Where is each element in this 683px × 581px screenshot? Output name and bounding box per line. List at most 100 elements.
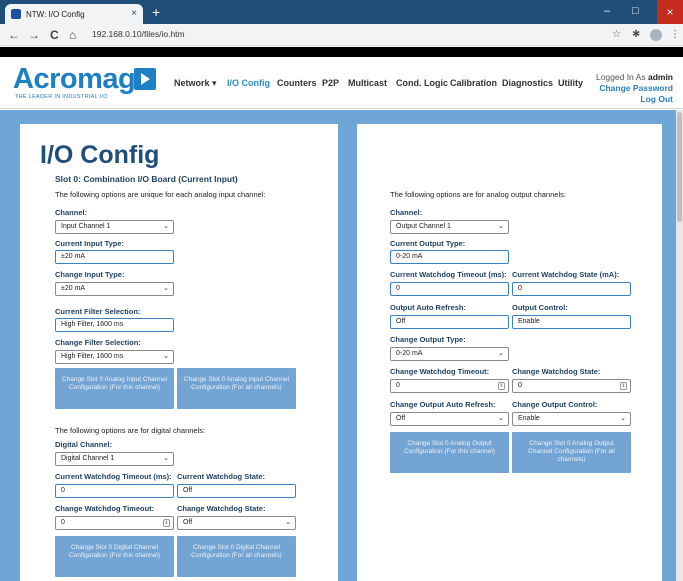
change-watchdog-timeout-stepper[interactable]: 0 ⇕ <box>55 516 174 530</box>
output-auto-refresh-field[interactable]: Off <box>390 315 509 329</box>
change-output-type-select[interactable]: 0-20 mA ⌄ <box>390 347 509 361</box>
output-channel-label: Channel: <box>390 208 423 217</box>
change-input-type-select[interactable]: ±20 mA ⌄ <box>55 282 174 296</box>
current-input-type-field[interactable]: ±20 mA <box>55 250 174 264</box>
window-close-icon[interactable]: × <box>657 0 683 24</box>
digital-channel-select[interactable]: Digital Channel 1 ⌄ <box>55 452 174 466</box>
browser-tab[interactable]: NTW: I/O Config × <box>5 4 143 24</box>
channel-select[interactable]: Input Channel 1 ⌄ <box>55 220 174 234</box>
top-black-strip <box>0 47 683 57</box>
digital-change-this-button[interactable]: Change Slot 0 Digital Channel Configurat… <box>55 536 174 577</box>
slot-heading: Slot 0: Combination I/O Board (Current I… <box>55 174 238 184</box>
forward-icon[interactable]: → <box>28 27 40 43</box>
current-watchdog-timeout-field[interactable]: 0 <box>55 484 174 498</box>
output-config-panel: The following options are for analog out… <box>357 124 662 581</box>
output-current-watchdog-state-label: Current Watchdog State (mA): <box>512 270 620 279</box>
analog-input-change-all-button[interactable]: Change Slot 0 Analog Input Channel Confi… <box>177 368 296 409</box>
site-header: Acromag THE LEADER IN INDUSTRIAL I/O Net… <box>0 57 683 109</box>
output-channel-select[interactable]: Output Channel 1 ⌄ <box>390 220 509 234</box>
reload-icon[interactable]: C <box>50 27 59 43</box>
change-output-control-label: Change Output Control: <box>512 400 598 409</box>
browser-menu-icon[interactable]: ⋮ <box>670 28 680 42</box>
nav-io-config[interactable]: I/O Config <box>227 78 270 88</box>
change-output-auto-refresh-select[interactable]: Off ⌄ <box>390 412 509 426</box>
digital-channel-label: Digital Channel: <box>55 440 113 449</box>
favicon-icon <box>11 9 21 19</box>
analog-input-change-this-button[interactable]: Change Slot 0 Analog Input Channel Confi… <box>55 368 174 409</box>
dropdown-chevron-icon: ⌄ <box>285 519 291 526</box>
nav-counters[interactable]: Counters <box>277 78 317 88</box>
nav-diagnostics[interactable]: Diagnostics <box>502 78 553 88</box>
digital-intro: The following options are for digital ch… <box>55 426 206 435</box>
acromag-logo[interactable]: Acromag THE LEADER IN INDUSTRIAL I/O <box>13 64 163 102</box>
back-icon[interactable]: ← <box>8 27 20 43</box>
dropdown-chevron-icon: ⌄ <box>498 223 504 230</box>
output-auto-refresh-label: Output Auto Refresh: <box>390 303 466 312</box>
output-current-watchdog-timeout-label: Current Watchdog Timeout (ms): <box>390 270 507 279</box>
change-output-control-select[interactable]: Enable ⌄ <box>512 412 631 426</box>
output-change-watchdog-timeout-label: Change Watchdog Timeout: <box>390 367 490 376</box>
analog-output-change-this-button[interactable]: Change Slot 0 Analog Output Configuratio… <box>390 432 509 473</box>
current-input-type-label: Current Input Type: <box>55 239 125 248</box>
logo-arrow-icon <box>134 68 156 90</box>
change-password-link[interactable]: Change Password <box>596 83 673 94</box>
home-icon[interactable]: ⌂ <box>69 27 76 43</box>
channel-label: Channel: <box>55 208 88 217</box>
stepper-icon[interactable]: ⇕ <box>498 382 505 390</box>
tab-title: NTW: I/O Config <box>26 9 85 19</box>
dropdown-chevron-icon: ⌄ <box>163 455 169 462</box>
change-filter-select[interactable]: High Filter, 1600 ms ⌄ <box>55 350 174 364</box>
stepper-icon[interactable]: ⇕ <box>163 519 170 527</box>
output-current-watchdog-timeout-field[interactable]: 0 <box>390 282 509 296</box>
minimize-icon[interactable]: – <box>604 5 610 17</box>
profile-avatar-icon[interactable] <box>650 29 662 41</box>
current-filter-field[interactable]: High Filter, 1600 ms <box>55 318 174 332</box>
analog-output-intro: The following options are for analog out… <box>390 190 566 199</box>
nav-multicast[interactable]: Multicast <box>348 78 387 88</box>
stepper-icon[interactable]: ⇕ <box>620 382 627 390</box>
logo-tagline: THE LEADER IN INDUSTRIAL I/O <box>15 94 108 100</box>
change-watchdog-timeout-label: Change Watchdog Timeout: <box>55 504 155 513</box>
dropdown-chevron-icon: ⌄ <box>498 415 504 422</box>
analog-output-change-all-button[interactable]: Change Slot 0 Analog Output Channel Conf… <box>512 432 631 473</box>
current-filter-label: Current Filter Selection: <box>55 307 141 316</box>
change-input-type-label: Change Input Type: <box>55 270 125 279</box>
page-title: I/O Config <box>40 141 160 169</box>
tab-close-icon[interactable]: × <box>131 9 137 19</box>
change-filter-label: Change Filter Selection: <box>55 338 141 347</box>
change-output-type-label: Change Output Type: <box>390 335 466 344</box>
dropdown-chevron-icon: ⌄ <box>163 353 169 360</box>
bookmark-star-icon[interactable]: ☆ <box>612 28 621 42</box>
output-control-field[interactable]: Enable <box>512 315 631 329</box>
logo-wordmark: Acromag <box>13 63 136 95</box>
change-watchdog-state-select[interactable]: Off ⌄ <box>177 516 296 530</box>
nav-p2p[interactable]: P2P <box>322 78 339 88</box>
nav-utility[interactable]: Utility <box>558 78 583 88</box>
output-change-watchdog-state-stepper[interactable]: 0 ⇕ <box>512 379 631 393</box>
dropdown-chevron-icon: ⌄ <box>163 285 169 292</box>
current-watchdog-state-field[interactable]: Off <box>177 484 296 498</box>
nav-calibration[interactable]: Calibration <box>450 78 497 88</box>
maximize-icon[interactable]: □ <box>632 5 639 17</box>
log-out-link[interactable]: Log Out <box>596 94 673 105</box>
dropdown-chevron-icon: ⌄ <box>163 223 169 230</box>
extensions-icon[interactable]: ✱ <box>632 28 640 42</box>
output-change-watchdog-timeout-stepper[interactable]: 0 ⇕ <box>390 379 509 393</box>
change-output-auto-refresh-label: Change Output Auto Refresh: <box>390 400 496 409</box>
user-info: Logged In As admin Change Password Log O… <box>596 72 673 105</box>
new-tab-icon[interactable]: + <box>152 5 160 19</box>
current-watchdog-timeout-label: Current Watchdog Timeout (ms): <box>55 472 172 481</box>
output-current-watchdog-state-field[interactable]: 0 <box>512 282 631 296</box>
current-watchdog-state-label: Current Watchdog State: <box>177 472 266 481</box>
nav-network[interactable]: Network ▾ <box>174 78 217 89</box>
current-output-type-field[interactable]: 0-20 mA <box>390 250 509 264</box>
browser-toolbar: ← → C ⌂ 192.168.0.10/files/io.htm ☆ ✱ ⋮ <box>0 24 683 46</box>
browser-title-bar: NTW: I/O Config × + – □ × <box>0 0 683 24</box>
digital-change-all-button[interactable]: Change Slot 0 Digital Channel Configurat… <box>177 536 296 577</box>
username: admin <box>647 72 673 82</box>
scrollbar-thumb[interactable] <box>677 112 682 222</box>
address-bar[interactable]: 192.168.0.10/files/io.htm <box>92 29 185 39</box>
nav-cond-logic[interactable]: Cond. Logic <box>396 78 448 88</box>
change-watchdog-state-label: Change Watchdog State: <box>177 504 266 513</box>
input-config-panel: I/O Config Slot 0: Combination I/O Board… <box>20 124 338 581</box>
